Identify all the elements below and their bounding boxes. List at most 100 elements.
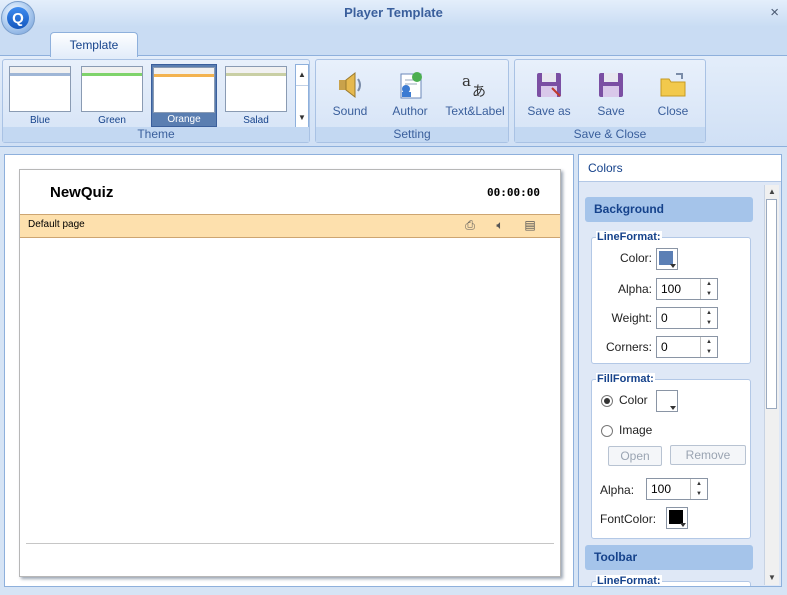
stepper-up-icon[interactable]: ▲	[701, 337, 717, 347]
scroll-up-icon[interactable]: ▲	[296, 65, 308, 86]
line-weight-label: Weight:	[611, 311, 652, 325]
theme-group: Blue Green Orange Salad ▲ ▼ Theme	[2, 59, 310, 143]
close-button[interactable]: Close	[645, 66, 701, 126]
theme-orange[interactable]: Orange	[151, 64, 217, 127]
text-label-icon: aあ	[460, 70, 490, 100]
window-title: Player Template	[344, 5, 443, 20]
close-label: Close	[657, 104, 689, 118]
sound-icon[interactable]: 🔈︎	[492, 218, 508, 232]
theme-scroller[interactable]: ▲ ▼	[295, 64, 309, 128]
quiz-preview: NewQuiz 00:00:00 Default page ⎙ 🔈︎ ▤	[19, 169, 561, 577]
tab-template[interactable]: Template	[50, 32, 138, 57]
background-header[interactable]: Background	[585, 197, 753, 222]
theme-green[interactable]: Green	[79, 64, 145, 127]
save-label: Save	[597, 104, 625, 118]
folder-close-icon	[658, 70, 688, 100]
setting-group-label: Setting	[316, 127, 508, 142]
main-area: NewQuiz 00:00:00 Default page ⎙ 🔈︎ ▤ Col…	[0, 150, 787, 595]
fill-color-option-label: Color	[619, 393, 648, 407]
theme-group-label: Theme	[3, 127, 309, 142]
line-corners-stepper[interactable]: 0 ▲ ▼	[656, 336, 718, 358]
quiz-title: NewQuiz	[50, 184, 114, 201]
colors-panel-scrollbar[interactable]: ▲ ▼	[764, 185, 779, 585]
theme-thumbnail	[81, 66, 143, 112]
line-weight-stepper[interactable]: 0 ▲ ▼	[656, 307, 718, 329]
scroll-thumb[interactable]	[766, 199, 777, 409]
stepper-up-icon[interactable]: ▲	[691, 479, 707, 489]
stepper-down-icon[interactable]: ▼	[701, 347, 717, 357]
background-fillformat: FillFormat: Color Image Open Remove Alph…	[591, 373, 751, 539]
colors-title: Colors	[579, 155, 781, 182]
line-corners-label: Corners:	[605, 340, 652, 354]
page-bar: Default page ⎙ 🔈︎ ▤	[20, 214, 560, 238]
scroll-down-icon[interactable]: ▼	[296, 108, 308, 128]
fill-alpha-label: Alpha:	[600, 483, 635, 497]
ribbon: Blue Green Orange Salad ▲ ▼ Theme Sound …	[0, 55, 787, 147]
colors-panel: Colors Background LineFormat: Color: Alp…	[578, 154, 782, 587]
author-label: Author	[392, 104, 428, 118]
theme-blue[interactable]: Blue	[7, 64, 73, 127]
save-button[interactable]: Save	[583, 66, 639, 126]
toolbar-header[interactable]: Toolbar	[585, 545, 753, 570]
close-window-button[interactable]: ×	[770, 4, 779, 21]
sound-button[interactable]: Sound	[322, 66, 378, 126]
text-label-button[interactable]: aあ Text&Label	[444, 66, 506, 126]
theme-accent-bar	[82, 73, 142, 76]
fill-alpha-value: 100	[651, 482, 672, 496]
save-close-group-label: Save & Close	[515, 127, 705, 142]
page-label: Default page	[28, 219, 85, 230]
scroll-up-icon[interactable]: ▲	[765, 185, 779, 199]
toolbar-lineformat: LineFormat:	[591, 575, 751, 586]
line-color-swatch	[659, 251, 673, 265]
background-lineformat: LineFormat: Color: Alpha: 100 ▲ ▼ Weight:…	[591, 231, 751, 364]
save-as-icon	[534, 70, 564, 100]
print-icon[interactable]: ⎙	[462, 218, 478, 232]
text-label-label: Text&Label	[445, 104, 505, 118]
line-alpha-value: 100	[661, 282, 682, 296]
fill-color-radio[interactable]	[601, 395, 613, 407]
save-as-label: Save as	[527, 104, 571, 118]
font-color-label: FontColor:	[600, 512, 657, 526]
line-color-picker[interactable]	[656, 248, 678, 270]
line-color-label: Color:	[619, 251, 652, 265]
toolbar-lineformat-legend: LineFormat:	[596, 575, 662, 587]
fillformat-legend: FillFormat:	[596, 373, 655, 385]
theme-label: Orange	[167, 114, 201, 125]
fill-image-option-label: Image	[619, 423, 653, 437]
stepper-up-icon[interactable]: ▲	[701, 279, 717, 289]
font-color-swatch	[669, 510, 683, 524]
scroll-down-icon[interactable]: ▼	[765, 571, 779, 585]
fill-color-picker[interactable]	[656, 390, 678, 412]
theme-label: Salad	[243, 115, 269, 126]
theme-salad[interactable]: Salad	[223, 64, 289, 127]
theme-accent-bar	[154, 74, 214, 77]
stepper-up-icon[interactable]: ▲	[701, 308, 717, 318]
save-close-group: Save as Save Close Save & Close	[514, 59, 706, 143]
fill-image-radio[interactable]	[601, 425, 613, 437]
font-color-picker[interactable]	[666, 507, 688, 529]
theme-thumbnail	[225, 66, 287, 112]
theme-label: Blue	[29, 115, 50, 126]
line-corners-value: 0	[661, 340, 668, 354]
open-image-button[interactable]: Open	[608, 446, 662, 466]
stepper-down-icon[interactable]: ▼	[701, 289, 717, 299]
app-logo-icon: Q	[7, 7, 29, 29]
page-bar-icons: ⎙ 🔈︎ ▤	[462, 218, 538, 232]
theme-thumbnail	[153, 67, 215, 113]
setting-group: Sound Author aあ Text&Label Setting	[315, 59, 509, 143]
lineformat-legend: LineFormat:	[596, 231, 662, 243]
theme-label: Green	[98, 115, 126, 126]
card-icon[interactable]: ▤	[522, 218, 538, 232]
stepper-down-icon[interactable]: ▼	[691, 489, 707, 499]
stepper-down-icon[interactable]: ▼	[701, 318, 717, 328]
author-button[interactable]: Author	[382, 66, 438, 126]
line-weight-value: 0	[661, 311, 668, 325]
app-menu-button[interactable]: Q	[1, 1, 35, 35]
fill-alpha-stepper[interactable]: 100 ▲ ▼	[646, 478, 708, 500]
quiz-timer: 00:00:00	[487, 186, 540, 199]
save-as-button[interactable]: Save as	[521, 66, 577, 126]
title-bar: Player Template ×	[0, 0, 787, 27]
line-alpha-stepper[interactable]: 100 ▲ ▼	[656, 278, 718, 300]
remove-image-button[interactable]: Remove	[670, 445, 746, 465]
save-icon	[596, 70, 626, 100]
